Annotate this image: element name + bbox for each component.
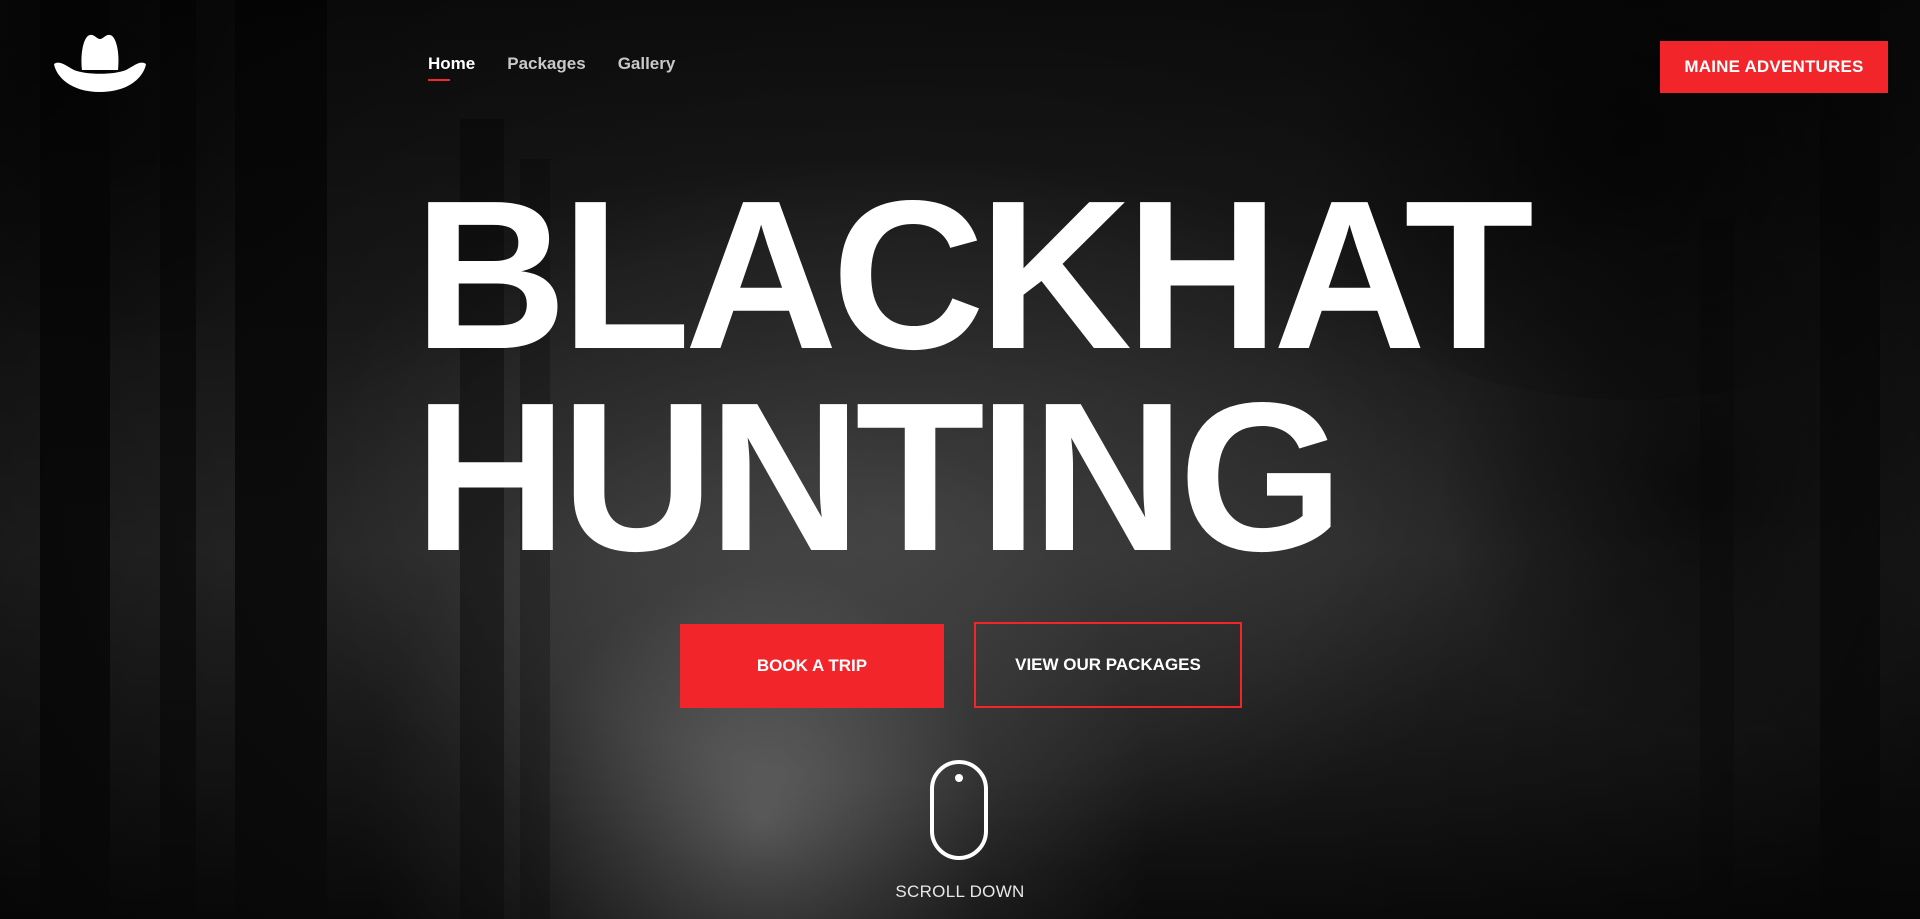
background-tree [1700,219,1734,919]
nav-item-label: Home [428,54,476,73]
nav-item-gallery[interactable]: Gallery [618,54,676,74]
main-nav: Home Packages Gallery [428,54,676,81]
hero-title-line-2: HUNTING [414,358,1344,595]
nav-item-home[interactable]: Home [428,54,476,81]
hero-section: Home Packages Gallery MAINE ADVENTURES B… [0,0,1920,919]
mouse-wheel [955,774,963,782]
hero-title-line-1: BLACKHAT [414,156,1534,393]
scroll-down-label[interactable]: SCROLL DOWN [860,882,1060,902]
background-tree [160,0,196,919]
background-tree [40,0,110,919]
book-a-trip-button[interactable]: BOOK A TRIP [680,624,944,708]
maine-adventures-button[interactable]: MAINE ADVENTURES [1660,41,1888,93]
nav-item-label: Packages [507,54,586,73]
cowboy-hat-icon[interactable] [52,30,148,96]
active-indicator [428,79,450,81]
nav-item-packages[interactable]: Packages [507,54,585,74]
background-tree [1820,0,1880,919]
background-tree [235,0,327,919]
mouse-icon[interactable] [930,760,988,860]
view-packages-button[interactable]: VIEW OUR PACKAGES [974,622,1242,708]
nav-item-label: Gallery [617,54,676,73]
hero-title: BLACKHAT HUNTING [414,156,1534,595]
